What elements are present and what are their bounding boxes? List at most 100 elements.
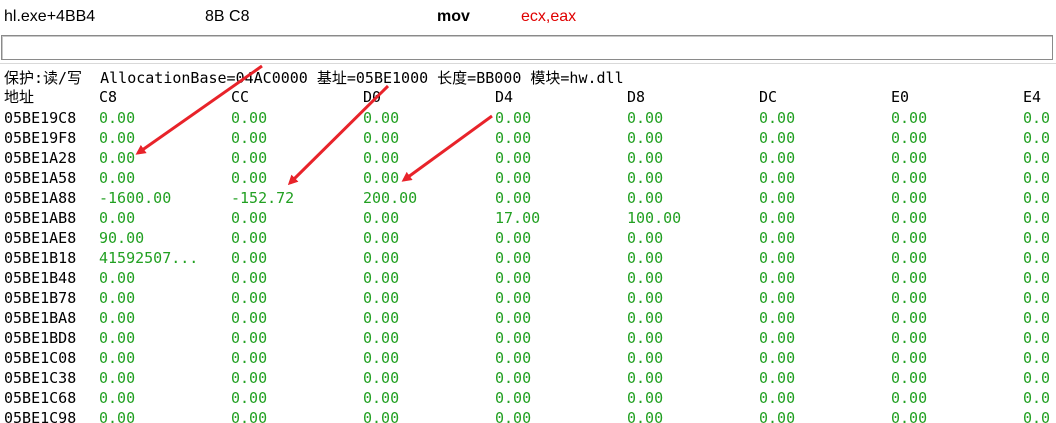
dump-value-cell[interactable]: 0.00 [231, 148, 267, 168]
dump-value-cell[interactable]: 0.00 [891, 368, 927, 388]
dump-value-cell[interactable]: 0.00 [363, 108, 399, 128]
dump-value-cell[interactable]: 0.00 [891, 328, 927, 348]
command-input[interactable] [1, 35, 1053, 60]
dump-value-cell[interactable]: 0.00 [891, 128, 927, 148]
dump-value-cell[interactable]: 0.00 [99, 208, 135, 228]
dump-value-cell[interactable]: 0.00 [495, 228, 531, 248]
dump-value-cell[interactable]: 0.0 [1023, 188, 1050, 208]
dump-value-cell[interactable]: 0.00 [891, 148, 927, 168]
dump-value-cell[interactable]: 0.00 [99, 288, 135, 308]
dump-row[interactable]: 05BE1C68 0.00 0.00 0.00 0.00 0.00 0.00 0.00 0.0 [0, 388, 1056, 408]
dump-value-cell[interactable]: 0.00 [891, 408, 927, 423]
dump-value-cell[interactable]: 0.00 [99, 168, 135, 188]
dump-value-cell[interactable]: 0.00 [759, 108, 795, 128]
dump-value-cell[interactable]: 0.00 [759, 148, 795, 168]
dump-value-cell[interactable]: 0.00 [231, 168, 267, 188]
memory-dump-view[interactable]: 地址 C8 CC D0 D4 D8 DC E0 E4 05BE19C8 0.00 0.00 0.00… [0, 87, 1056, 423]
dump-row[interactable]: 05BE1A58 0.00 0.00 0.00 0.00 0.00 0.00 0.00 0.0 [0, 168, 1056, 188]
dump-value-cell[interactable]: 0.00 [759, 128, 795, 148]
dump-value-cell[interactable]: 0.0 [1023, 148, 1050, 168]
dump-value-cell[interactable]: 0.00 [495, 348, 531, 368]
dump-row[interactable]: 05BE1C08 0.00 0.00 0.00 0.00 0.00 0.00 0.00 0.0 [0, 348, 1056, 368]
dump-value-cell[interactable]: 0.00 [759, 248, 795, 268]
dump-value-cell[interactable]: 0.00 [627, 168, 663, 188]
dump-value-cell[interactable]: 0.0 [1023, 368, 1050, 388]
dump-value-cell[interactable]: 0.0 [1023, 208, 1050, 228]
dump-value-cell[interactable]: 0.00 [99, 408, 135, 423]
dump-value-cell[interactable]: 0.00 [99, 308, 135, 328]
dump-value-cell[interactable]: 0.00 [231, 128, 267, 148]
dump-value-cell[interactable]: 0.00 [99, 368, 135, 388]
dump-value-cell[interactable]: 90.00 [99, 228, 144, 248]
dump-value-cell[interactable]: 0.0 [1023, 328, 1050, 348]
dump-value-cell[interactable]: 0.00 [363, 168, 399, 188]
dump-value-cell[interactable]: 0.00 [99, 108, 135, 128]
dump-value-cell[interactable]: 0.00 [627, 188, 663, 208]
dump-row[interactable]: 05BE1BD8 0.00 0.00 0.00 0.00 0.00 0.00 0.00 0.0 [0, 328, 1056, 348]
dump-value-cell[interactable]: 0.00 [759, 328, 795, 348]
dump-value-cell[interactable]: 0.0 [1023, 308, 1050, 328]
dump-row[interactable]: 05BE1A28 0.00 0.00 0.00 0.00 0.00 0.00 0.00 0.0 [0, 148, 1056, 168]
dump-value-cell[interactable]: 0.00 [759, 408, 795, 423]
dump-value-cell[interactable]: 0.00 [363, 388, 399, 408]
dump-value-cell[interactable]: 0.0 [1023, 248, 1050, 268]
dump-value-cell[interactable]: 0.00 [99, 388, 135, 408]
dump-value-cell[interactable]: 0.00 [759, 228, 795, 248]
dump-row[interactable]: 05BE19C8 0.00 0.00 0.00 0.00 0.00 0.00 0.00 0.0 [0, 108, 1056, 128]
dump-value-cell[interactable]: 0.00 [627, 248, 663, 268]
dump-value-cell[interactable]: 0.00 [627, 368, 663, 388]
dump-value-cell[interactable]: 0.00 [495, 168, 531, 188]
dump-value-cell[interactable]: 0.00 [363, 368, 399, 388]
dump-value-cell[interactable]: 0.00 [891, 268, 927, 288]
dump-row[interactable]: 05BE1AB8 0.00 0.00 0.00 17.00 100.00 0.00 0.00 0… [0, 208, 1056, 228]
dump-value-cell[interactable]: 0.0 [1023, 388, 1050, 408]
dump-value-cell[interactable]: 0.00 [99, 268, 135, 288]
dump-row[interactable]: 05BE1B48 0.00 0.00 0.00 0.00 0.00 0.00 0.00 0.0 [0, 268, 1056, 288]
dump-value-cell[interactable]: 0.00 [363, 328, 399, 348]
dump-value-cell[interactable]: 0.00 [363, 348, 399, 368]
dump-row[interactable]: 05BE1B18 41592507... 0.00 0.00 0.00 0.00 0.00 0… [0, 248, 1056, 268]
dump-value-cell[interactable]: 0.00 [891, 248, 927, 268]
dump-row[interactable]: 05BE1C38 0.00 0.00 0.00 0.00 0.00 0.00 0.00 0.0 [0, 368, 1056, 388]
dump-value-cell[interactable]: 0.00 [759, 308, 795, 328]
dump-value-cell[interactable]: 0.00 [363, 248, 399, 268]
dump-row[interactable]: 05BE1AE8 90.00 0.00 0.00 0.00 0.00 0.00 0.00 0.0 [0, 228, 1056, 248]
dump-value-cell[interactable]: 0.00 [891, 168, 927, 188]
dump-row[interactable]: 05BE1A88 -1600.00 -152.72 200.00 0.00 0.00 0.0… [0, 188, 1056, 208]
dump-value-cell[interactable]: 0.00 [231, 208, 267, 228]
dump-value-cell[interactable]: 0.00 [363, 128, 399, 148]
dump-value-cell[interactable]: 0.0 [1023, 268, 1050, 288]
disassembly-line[interactable]: hl.exe+4BB4 8B C8 mov ecx,eax [0, 0, 1056, 34]
dump-value-cell[interactable]: 0.00 [99, 128, 135, 148]
dump-row[interactable]: 05BE1C98 0.00 0.00 0.00 0.00 0.00 0.00 0.00 0.0 [0, 408, 1056, 423]
dump-value-cell[interactable]: 0.00 [759, 348, 795, 368]
dump-value-cell[interactable]: 0.00 [363, 308, 399, 328]
dump-value-cell[interactable]: 0.00 [495, 148, 531, 168]
dump-value-cell[interactable]: 0.00 [231, 328, 267, 348]
dump-value-cell[interactable]: 0.00 [627, 128, 663, 148]
dump-value-cell[interactable]: 0.00 [495, 308, 531, 328]
dump-value-cell[interactable]: 0.00 [627, 328, 663, 348]
dump-value-cell[interactable]: 0.00 [627, 148, 663, 168]
dump-value-cell[interactable]: 0.00 [891, 228, 927, 248]
dump-value-cell[interactable]: 0.0 [1023, 288, 1050, 308]
dump-value-cell[interactable]: 0.00 [759, 268, 795, 288]
dump-value-cell[interactable]: 0.00 [759, 208, 795, 228]
dump-value-cell[interactable]: 0.00 [891, 348, 927, 368]
dump-value-cell[interactable]: 0.00 [891, 108, 927, 128]
dump-value-cell[interactable]: 0.00 [99, 348, 135, 368]
dump-value-cell[interactable]: 0.00 [231, 308, 267, 328]
dump-value-cell[interactable]: 0.0 [1023, 348, 1050, 368]
dump-value-cell[interactable]: 0.00 [231, 368, 267, 388]
dump-value-cell[interactable]: 0.00 [759, 368, 795, 388]
dump-value-cell[interactable]: 0.00 [627, 268, 663, 288]
dump-value-cell[interactable]: 0.00 [759, 388, 795, 408]
dump-value-cell[interactable]: 0.00 [99, 148, 135, 168]
dump-value-cell[interactable]: 0.00 [495, 408, 531, 423]
dump-value-cell[interactable]: 0.00 [495, 268, 531, 288]
dump-value-cell[interactable]: 0.00 [627, 288, 663, 308]
dump-value-cell[interactable]: 0.0 [1023, 228, 1050, 248]
dump-value-cell[interactable]: 0.00 [891, 308, 927, 328]
dump-value-cell[interactable]: 0.0 [1023, 408, 1050, 423]
dump-value-cell[interactable]: 0.00 [363, 228, 399, 248]
